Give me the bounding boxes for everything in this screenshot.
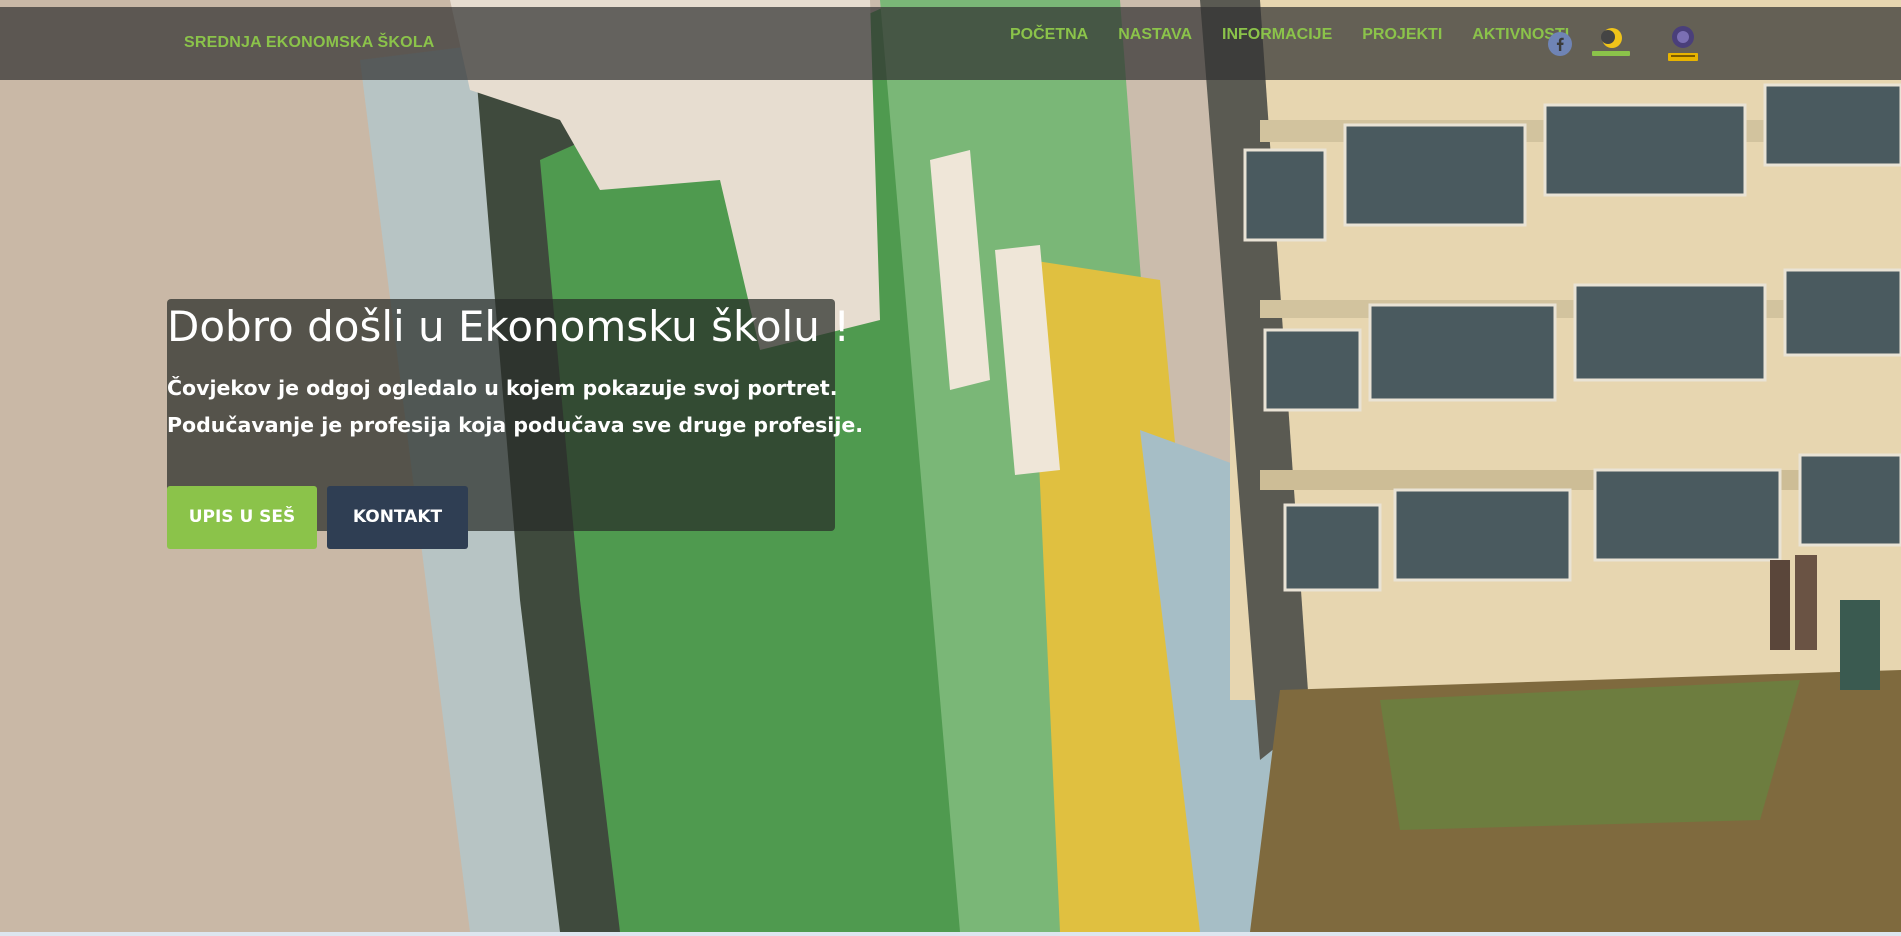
welcome-title: Dobro došli u Ekonomsku školu !	[167, 302, 851, 351]
nav-menu: POČETNA NASTAVA INFORMACIJE PROJEKTI AKT…	[1010, 26, 1599, 44]
contact-button[interactable]: KONTAKT	[327, 486, 468, 549]
enroll-button[interactable]: UPIS U SEŠ	[167, 486, 317, 549]
nav-link-nastava[interactable]: NASTAVA	[1118, 26, 1192, 44]
erasmus-logo-icon[interactable]	[1665, 22, 1701, 66]
quote-line-1: Čovjekov je odgoj ogledalo u kojem pokaz…	[167, 376, 838, 400]
bottom-divider	[0, 932, 1901, 936]
nav-link-informacije[interactable]: INFORMACIJE	[1222, 26, 1332, 44]
facebook-icon[interactable]	[1548, 32, 1572, 56]
nav-link-pocetna[interactable]: POČETNA	[1010, 26, 1088, 44]
nav-link-projekti[interactable]: PROJEKTI	[1362, 26, 1442, 44]
quote-line-2: Podučavanje je profesija koja podučava s…	[167, 413, 864, 437]
brand-link[interactable]: SREDNJA EKONOMSKA ŠKOLA	[184, 34, 435, 52]
ekonomija-logo-icon[interactable]	[1590, 25, 1632, 61]
